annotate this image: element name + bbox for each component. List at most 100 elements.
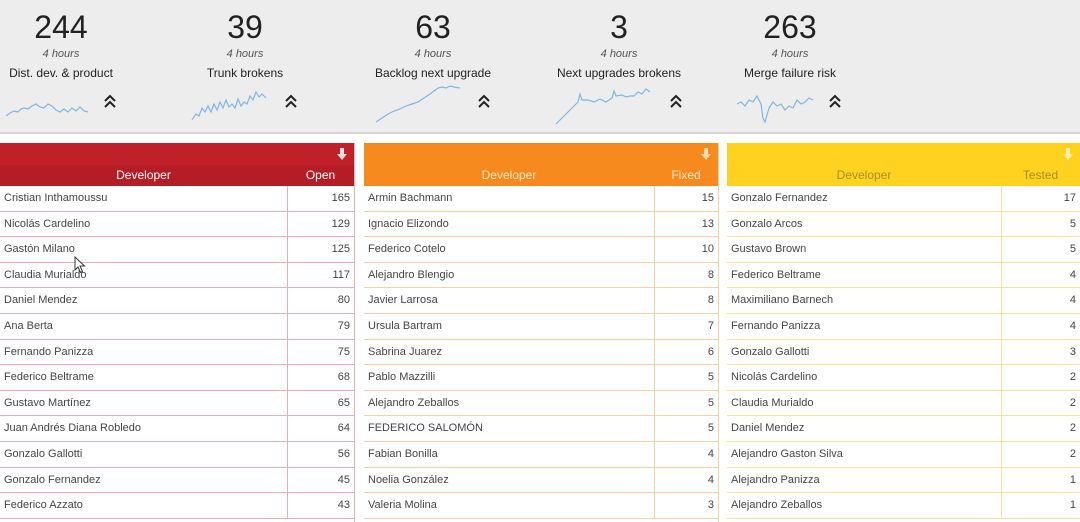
download-arrow-icon[interactable] [336, 146, 348, 162]
double-chevron-up-icon [668, 93, 684, 111]
table-header: Developer Tested [727, 165, 1080, 186]
table-row[interactable]: Federico Beltrame 4 [727, 262, 1080, 289]
column-header-developer[interactable]: Developer [0, 165, 287, 186]
metric-value: 63 [415, 9, 451, 45]
table-row[interactable]: Gastón Milano 125 [0, 237, 354, 263]
table-row[interactable]: Claudia Murialdo 117 [0, 262, 354, 289]
sparkline-chart [191, 90, 267, 121]
double-chevron-up-icon [476, 93, 492, 111]
developer-name: Federico Cotelo [368, 243, 446, 256]
developer-name: Fabian Bonilla [368, 447, 438, 460]
metrics-strip: 244 4 hours Dist. dev. & product 39 4 ho… [0, 0, 1080, 134]
table-row[interactable]: Noelia González 4 [364, 467, 718, 494]
table-row[interactable]: Gustavo Brown 5 [727, 237, 1080, 263]
table-row[interactable]: Sabrina Juarez 6 [364, 339, 718, 366]
count-value: 5 [1069, 243, 1076, 256]
count-value: 2 [1069, 447, 1076, 460]
metric-backlog-next-upgrade[interactable]: 63 4 hours Backlog next upgrade [348, 0, 518, 132]
count-value: 5 [1069, 217, 1076, 230]
table-row[interactable]: Valeria Molina 3 [364, 493, 718, 519]
table-row[interactable]: Armin Bachmann 15 [364, 186, 718, 212]
table-row[interactable]: Fernando Panizza 75 [0, 339, 354, 366]
table-row[interactable]: Federico Beltrame 68 [0, 365, 354, 391]
column-header-developer[interactable]: Developer [364, 165, 654, 186]
column-header-tested[interactable]: Tested [1001, 165, 1080, 186]
table-row[interactable]: Maximiliano Barnech 4 [727, 288, 1080, 314]
table-row[interactable]: Pablo Mazzilli 5 [364, 365, 718, 391]
count-value: 1 [1069, 499, 1076, 512]
table-row[interactable]: Javier Larrosa 8 [364, 288, 718, 314]
metric-label: Backlog next upgrade [374, 66, 492, 80]
table-row[interactable]: Gonzalo Gallotti 56 [0, 441, 354, 468]
count-value: 75 [337, 345, 350, 358]
developer-name: Pablo Mazzilli [368, 371, 436, 384]
developer-name: Sabrina Juarez [368, 345, 442, 358]
table-row[interactable]: Ursula Bartram 7 [364, 313, 718, 340]
count-value: 125 [331, 243, 350, 256]
developer-name: Federico Beltrame [4, 371, 94, 384]
metric-value: 39 [227, 9, 263, 45]
developer-name: Alejandro Blengio [368, 268, 455, 281]
metric-merge-failure-risk[interactable]: 263 4 hours Merge failure risk [705, 0, 875, 132]
table-row[interactable]: Alejandro Blengio 8 [364, 262, 718, 289]
column-header-developer[interactable]: Developer [727, 165, 1001, 186]
column-header-fixed[interactable]: Fixed [654, 165, 718, 186]
count-value: 2 [1069, 371, 1076, 384]
table-row[interactable]: Gonzalo Fernandez 45 [0, 467, 354, 494]
developer-name: Ana Berta [4, 319, 53, 332]
column-header-open[interactable]: Open [287, 165, 354, 186]
count-value: 79 [337, 319, 350, 332]
table-body: Armin Bachmann 15 Ignacio Elizondo 13 Federi… [364, 186, 718, 519]
table-row[interactable]: Daniel Mendez 2 [727, 416, 1080, 442]
developer-name: Fernando Panizza [4, 345, 94, 358]
table-row[interactable]: Nicolás Cardelino 2 [727, 365, 1080, 391]
table-row[interactable]: Nicolás Cardelino 129 [0, 211, 354, 238]
table-row[interactable]: Ana Berta 79 [0, 313, 354, 340]
sparkline-chart [375, 85, 461, 123]
download-arrow-icon[interactable] [700, 146, 712, 162]
table-row[interactable]: Fernando Panizza 4 [727, 313, 1080, 340]
table-row[interactable]: Federico Cotelo 10 [364, 237, 718, 263]
table-row[interactable]: FEDERICO SALOMÓN 5 [364, 416, 718, 442]
table-row[interactable]: Alejandro Gaston Silva 2 [727, 441, 1080, 468]
table-row[interactable]: Gustavo Martínez 65 [0, 390, 354, 417]
table-row[interactable]: Fabian Bonilla 4 [364, 441, 718, 468]
count-value: 5 [707, 422, 714, 435]
panel-topbar [364, 143, 718, 165]
table-row[interactable]: Juan Andrés Diana Robledo 64 [0, 416, 354, 442]
table-row[interactable]: Federico Azzato 43 [0, 493, 354, 519]
table-row[interactable]: Claudia Murialdo 2 [727, 390, 1080, 417]
open-issues-panel: Developer Open Cristian Inthamoussu 165 Ni… [0, 143, 355, 522]
developer-name: FEDERICO SALOMÓN [368, 422, 483, 435]
developer-name: Fernando Panizza [731, 319, 821, 332]
developer-name: Alejandro Zeballos [368, 396, 460, 409]
table-row[interactable]: Daniel Mendez 80 [0, 288, 354, 314]
count-value: 15 [701, 192, 714, 204]
metric-dist-dev-product[interactable]: 244 4 hours Dist. dev. & product [0, 0, 146, 132]
count-value: 6 [707, 345, 714, 358]
developer-name: Gastón Milano [4, 243, 75, 256]
metric-period: 4 hours [771, 48, 809, 60]
metric-trunk-brokens[interactable]: 39 4 hours Trunk brokens [160, 0, 330, 132]
table-row[interactable]: Gonzalo Fernandez 17 [727, 186, 1080, 212]
table-row[interactable]: Alejandro Zeballos 1 [727, 493, 1080, 519]
developer-name: Noelia González [368, 473, 449, 486]
table-row[interactable]: Alejandro Panizza 1 [727, 467, 1080, 494]
download-arrow-icon[interactable] [1062, 146, 1074, 162]
table-row[interactable]: Gonzalo Arcos 5 [727, 211, 1080, 238]
table-row[interactable]: Alejandro Zeballos 5 [364, 390, 718, 417]
developer-name: Federico Beltrame [731, 268, 821, 281]
metric-next-upgrades-brokens[interactable]: 3 4 hours Next upgrades brokens [534, 0, 704, 132]
count-value: 10 [701, 243, 714, 256]
table-row[interactable]: Gonzalo Gallotti 3 [727, 339, 1080, 366]
table-row[interactable]: Cristian Inthamoussu 165 [0, 186, 354, 212]
developer-name: Gonzalo Arcos [731, 217, 803, 230]
count-value: 45 [337, 473, 350, 486]
developer-name: Gustavo Brown [731, 243, 807, 256]
count-value: 117 [332, 268, 350, 281]
double-chevron-up-icon [827, 93, 843, 111]
table-row[interactable]: Ignacio Elizondo 13 [364, 211, 718, 238]
panel-topbar [727, 143, 1080, 165]
sparkline-chart [736, 94, 814, 124]
table-header: Developer Open [0, 165, 354, 186]
